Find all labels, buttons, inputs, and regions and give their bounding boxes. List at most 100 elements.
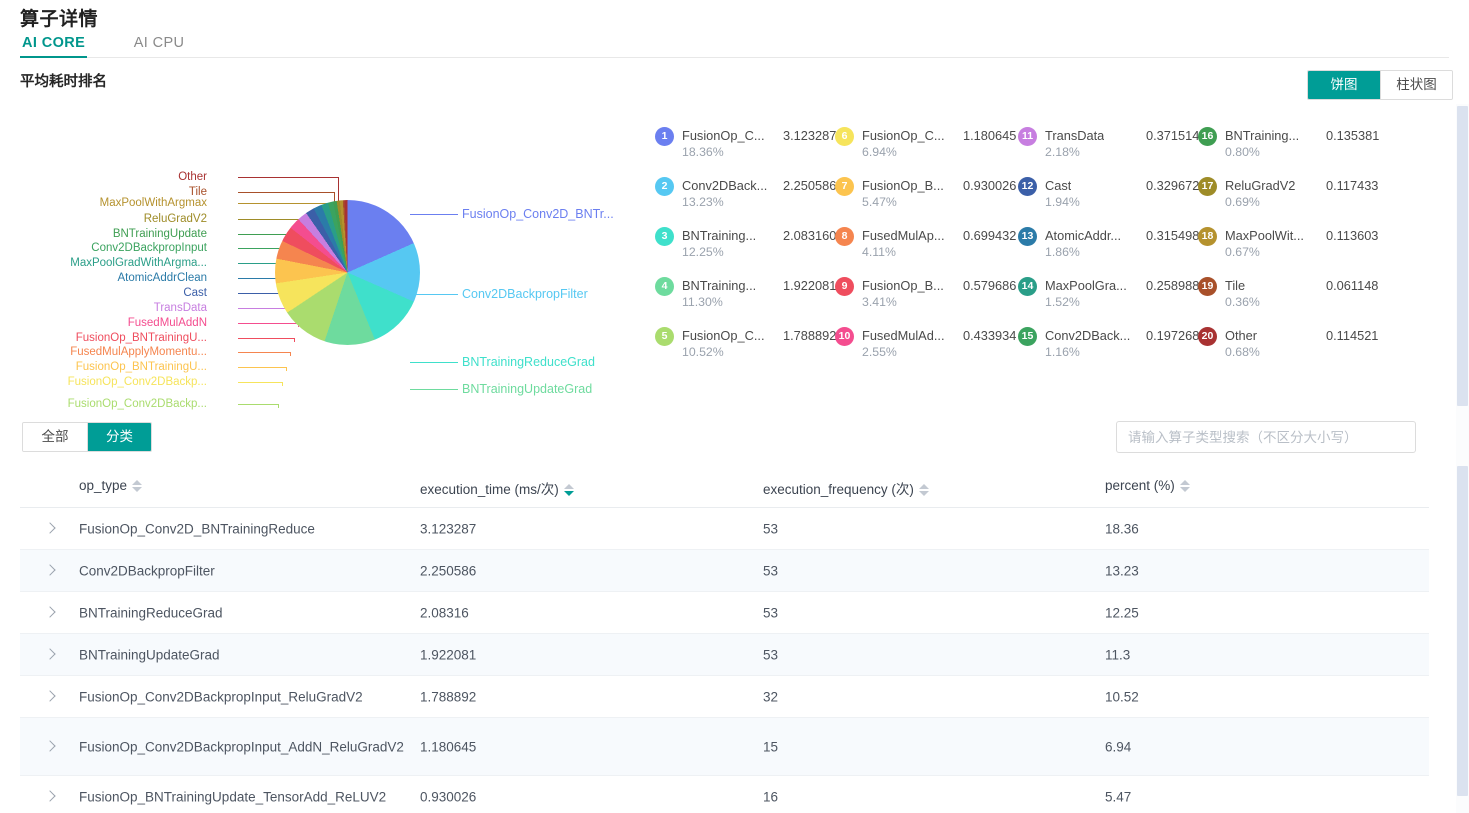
row-expand-icon[interactable]: [44, 564, 58, 578]
legend-rank-badge: 10: [835, 327, 854, 346]
pie-leader-line: [410, 389, 458, 390]
cell-execution-time: 1.180645: [420, 739, 476, 754]
legend-rank-badge: 19: [1198, 277, 1217, 296]
table-row[interactable]: BNTrainingUpdateGrad1.9220815311.3: [20, 634, 1429, 676]
row-expand-icon[interactable]: [44, 740, 58, 754]
table-row[interactable]: FusionOp_BNTrainingUpdate_TensorAdd_ReLU…: [20, 776, 1429, 813]
column-header-percent[interactable]: percent (%): [1105, 478, 1190, 493]
sort-icon-percent[interactable]: [1180, 479, 1190, 493]
filter-category-button[interactable]: 分类: [87, 423, 151, 451]
cell-op-type: Conv2DBackpropFilter: [79, 558, 409, 583]
chart-type-toggle: 饼图 柱状图: [1307, 70, 1453, 100]
vertical-scrollbar-thumb-upper[interactable]: [1457, 106, 1468, 406]
column-header-execution-frequency-label: execution_frequency (次): [763, 482, 914, 497]
cell-percent: 12.25: [1105, 605, 1139, 620]
sort-icon-execution-frequency[interactable]: [919, 483, 929, 497]
chart-type-pie-button[interactable]: 饼图: [1308, 71, 1380, 99]
legend-op-percent: 1.16%: [1045, 345, 1080, 359]
sort-icon-execution-time[interactable]: [564, 483, 574, 497]
legend-rank-badge: 7: [835, 177, 854, 196]
vertical-scrollbar-thumb-lower[interactable]: [1457, 466, 1468, 796]
legend-op-name: MaxPoolGra...: [1045, 278, 1127, 293]
legend-op-name: FusedMulAd...: [862, 328, 945, 343]
table-row[interactable]: Conv2DBackpropFilter2.2505865313.23: [20, 550, 1429, 592]
cell-op-type: FusionOp_BNTrainingUpdate_TensorAdd_ReLU…: [79, 784, 409, 809]
column-header-execution-time[interactable]: execution_time (ms/次): [420, 478, 574, 498]
legend-op-value: 0.930026: [963, 178, 1016, 193]
legend-op-percent: 4.11%: [862, 245, 896, 259]
cell-execution-time: 1.922081: [420, 647, 476, 662]
chart-type-bar-button[interactable]: 柱状图: [1380, 71, 1452, 99]
legend-op-name: BNTraining...: [1225, 128, 1299, 143]
legend-op-name: Tile: [1225, 278, 1245, 293]
legend-op-percent: 18.36%: [682, 145, 724, 159]
legend-rank-badge: 4: [655, 277, 674, 296]
table-filter-row: 全部 分类: [0, 412, 1440, 464]
table-row[interactable]: BNTrainingReduceGrad2.083165312.25: [20, 592, 1429, 634]
pie-label: FusionOp_Conv2D_BNTr...: [462, 207, 614, 221]
legend-op-value: 3.123287: [783, 128, 836, 143]
legend-rank-badge: 13: [1018, 227, 1037, 246]
pie-leader-line: [410, 362, 458, 363]
cell-op-type: FusionOp_Conv2D_BNTrainingReduce: [79, 516, 409, 541]
pie-label: FusionOp_Conv2DBackp...: [68, 398, 207, 410]
pie-label: BNTrainingUpdate: [113, 228, 207, 240]
pie-label: Cast: [183, 287, 207, 299]
pie-leader-line: [238, 177, 338, 178]
legend-rank-badge: 17: [1198, 177, 1217, 196]
legend-op-percent: 0.36%: [1225, 295, 1260, 309]
cell-percent: 5.47: [1105, 789, 1131, 804]
pie-leader-line: [278, 404, 279, 408]
pie-chart[interactable]: [275, 200, 420, 345]
legend-op-name: MaxPoolWit...: [1225, 228, 1304, 243]
cell-op-type: BNTrainingUpdateGrad: [79, 642, 409, 667]
legend-op-value: 1.180645: [963, 128, 1016, 143]
legend-op-name: Other: [1225, 328, 1257, 343]
row-expand-icon[interactable]: [44, 522, 58, 536]
cell-execution-frequency: 53: [763, 521, 778, 536]
legend-op-name: Conv2DBack...: [1045, 328, 1130, 343]
legend-rank-badge: 9: [835, 277, 854, 296]
cell-percent: 10.52: [1105, 689, 1139, 704]
cell-execution-frequency: 53: [763, 563, 778, 578]
legend-rank-badge: 8: [835, 227, 854, 246]
cell-execution-time: 2.250586: [420, 563, 476, 578]
legend-op-percent: 3.41%: [862, 295, 897, 309]
legend-op-name: FusionOp_C...: [682, 128, 765, 143]
legend-op-name: AtomicAddr...: [1045, 228, 1121, 243]
legend-op-value: 0.579686: [963, 278, 1016, 293]
column-header-execution-time-label: execution_time (ms/次): [420, 482, 559, 497]
row-expand-icon[interactable]: [44, 648, 58, 662]
cell-op-type: FusionOp_Conv2DBackpropInput_AddN_ReluGr…: [79, 734, 409, 759]
row-expand-icon[interactable]: [44, 690, 58, 704]
legend-op-percent: 6.94%: [862, 145, 897, 159]
pie-label: BNTrainingUpdateGrad: [462, 382, 592, 396]
legend-op-percent: 2.18%: [1045, 145, 1080, 159]
tab-ai-core[interactable]: AI CORE: [20, 32, 87, 58]
legend-op-percent: 1.52%: [1045, 295, 1080, 309]
legend-op-percent: 2.55%: [862, 345, 897, 359]
legend-op-name: TransData: [1045, 128, 1104, 143]
cell-execution-frequency: 53: [763, 647, 778, 662]
legend-op-percent: 13.23%: [682, 195, 724, 209]
legend-op-value: 0.258988: [1146, 278, 1199, 293]
column-header-execution-frequency[interactable]: execution_frequency (次): [763, 478, 929, 498]
cell-execution-frequency: 16: [763, 789, 778, 804]
tab-ai-cpu[interactable]: AI CPU: [132, 32, 187, 58]
legend-op-percent: 5.47%: [862, 195, 897, 209]
sort-icon-op-type[interactable]: [132, 479, 142, 493]
table-row[interactable]: FusionOp_Conv2DBackpropInput_ReluGradV21…: [20, 676, 1429, 718]
column-header-op-type[interactable]: op_type: [79, 478, 142, 493]
cell-percent: 6.94: [1105, 739, 1131, 754]
row-expand-icon[interactable]: [44, 606, 58, 620]
table-row[interactable]: FusionOp_Conv2DBackpropInput_AddN_ReluGr…: [20, 718, 1429, 776]
filter-all-button[interactable]: 全部: [23, 423, 87, 451]
pie-leader-line: [238, 192, 334, 193]
legend-op-value: 2.083160: [783, 228, 836, 243]
search-input[interactable]: [1116, 421, 1416, 453]
legend-rank-badge: 6: [835, 127, 854, 146]
table-row[interactable]: FusionOp_Conv2D_BNTrainingReduce3.123287…: [20, 508, 1429, 550]
operator-table: op_type execution_time (ms/次) execution_…: [20, 464, 1429, 813]
cell-execution-time: 0.930026: [420, 789, 476, 804]
row-expand-icon[interactable]: [44, 790, 58, 804]
